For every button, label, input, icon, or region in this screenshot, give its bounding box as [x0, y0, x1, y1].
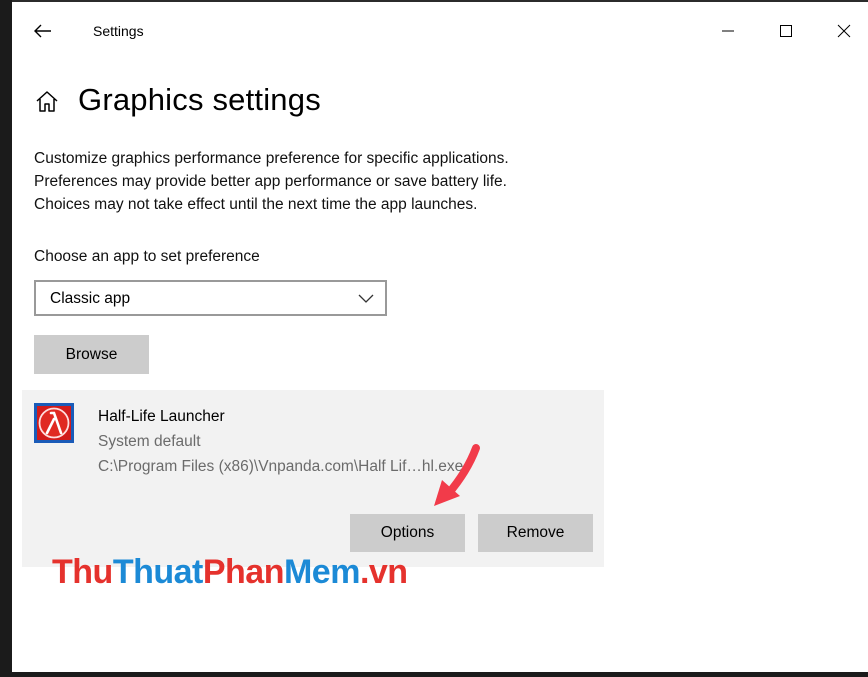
home-icon[interactable]: [34, 89, 60, 115]
watermark-text: Thu: [52, 553, 113, 591]
watermark-text: Phan: [202, 553, 285, 591]
page-title: Graphics settings: [78, 82, 321, 117]
description-line: Customize graphics performance preferenc…: [34, 150, 509, 167]
close-button[interactable]: [822, 12, 866, 50]
minimize-icon: [722, 30, 734, 32]
watermark-text: Thuat: [112, 553, 204, 591]
site-watermark: ThuThuatPhanMem.vn: [52, 554, 408, 590]
app-type-selected: Classic app: [50, 290, 131, 307]
description-line: Choices may not take effect until the ne…: [34, 196, 478, 213]
app-name: Half-Life Launcher: [98, 408, 225, 425]
title-bar: Settings: [12, 2, 868, 60]
screen-frame-left: [0, 0, 12, 677]
choose-app-label: Choose an app to set preference: [34, 248, 260, 265]
minimize-button[interactable]: [706, 12, 750, 50]
half-life-lambda-icon: [34, 403, 74, 443]
app-path: C:\Program Files (x86)\Vnpanda.com\Half …: [98, 458, 464, 475]
watermark-text: .vn: [359, 553, 408, 591]
screen-frame-bottom: [0, 672, 868, 677]
options-button[interactable]: Options: [350, 514, 465, 552]
back-button[interactable]: [26, 16, 60, 46]
app-preference: System default: [98, 433, 201, 450]
app-list-item[interactable]: Half-Life Launcher System default C:\Pro…: [22, 390, 604, 567]
window-title: Settings: [93, 23, 144, 39]
close-icon: [837, 24, 851, 38]
watermark-text: Mem: [283, 553, 360, 591]
page-header: Graphics settings: [34, 82, 321, 118]
back-arrow-icon: [34, 24, 51, 38]
app-type-dropdown[interactable]: Classic app: [34, 280, 387, 316]
description-line: Preferences may provide better app perfo…: [34, 173, 507, 190]
remove-button[interactable]: Remove: [478, 514, 593, 552]
browse-button[interactable]: Browse: [34, 335, 149, 374]
maximize-icon: [780, 25, 792, 37]
page-description: Customize graphics performance preferenc…: [34, 147, 654, 216]
maximize-button[interactable]: [764, 12, 808, 50]
chevron-down-icon: [358, 294, 374, 303]
settings-window: Settings Graphics settings Customize gra…: [12, 2, 868, 672]
